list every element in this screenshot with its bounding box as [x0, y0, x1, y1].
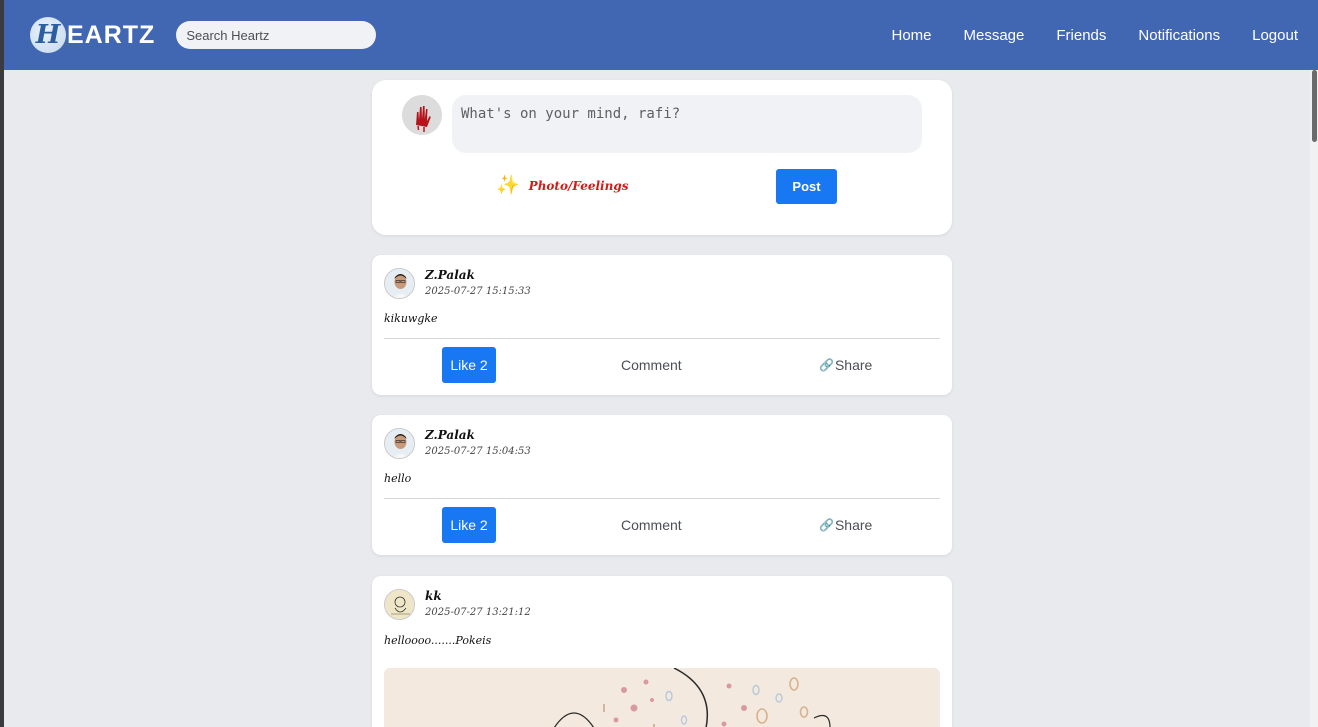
post-text: hello — [384, 472, 412, 485]
sparkle-icon: ✨ — [496, 174, 520, 196]
feed-post: kk 2025-07-27 13:21:12 helloooo.......Po… — [372, 576, 952, 727]
post-timestamp: 2025-07-27 15:04:53 — [425, 446, 531, 457]
heartz-logo[interactable]: H EARTZ — [30, 17, 155, 53]
logo-wordmark: EARTZ — [67, 20, 156, 49]
post-author-name[interactable]: kk — [425, 589, 442, 603]
post-text: helloooo.......Pokeis — [384, 634, 492, 647]
link-icon: 🔗 — [819, 358, 834, 372]
top-navbar: H EARTZ Home Message Friends Notificatio… — [4, 0, 1318, 70]
nav-friends[interactable]: Friends — [1056, 27, 1106, 44]
post-text-input[interactable] — [452, 95, 922, 153]
photo-feelings-label: Photo/Feelings — [528, 178, 629, 193]
logo-h-badge: H — [30, 17, 66, 53]
photo-feelings-button[interactable]: ✨ Photo/Feelings — [496, 176, 628, 195]
comment-button[interactable]: Comment — [621, 357, 682, 373]
post-author-name[interactable]: Z.Palak — [425, 428, 475, 442]
post-timestamp: 2025-07-27 15:15:33 — [425, 286, 531, 297]
page-scrollbar-track[interactable] — [1310, 70, 1318, 727]
post-image[interactable] — [384, 668, 940, 727]
nav-notifications[interactable]: Notifications — [1138, 27, 1220, 44]
share-button[interactable]: 🔗 Share — [819, 517, 872, 533]
page-scrollbar-thumb[interactable] — [1312, 70, 1317, 142]
share-label: Share — [834, 357, 873, 373]
share-label: Share — [834, 517, 873, 533]
author-avatar[interactable] — [384, 268, 415, 299]
like-button[interactable]: Like 2 — [442, 347, 496, 383]
post-timestamp: 2025-07-27 13:21:12 — [425, 607, 531, 618]
share-button[interactable]: 🔗 Share — [819, 357, 872, 373]
post-divider — [384, 338, 940, 339]
nav-links: Home Message Friends Notifications Logou… — [859, 27, 1298, 44]
current-user-avatar[interactable] — [402, 95, 442, 135]
feed-post: Z.Palak 2025-07-27 15:15:33 kikuwgke Lik… — [372, 255, 952, 395]
nav-logout[interactable]: Logout — [1252, 27, 1298, 44]
author-avatar[interactable] — [384, 428, 415, 459]
comment-button[interactable]: Comment — [621, 517, 682, 533]
search-input[interactable] — [176, 21, 377, 49]
post-text: kikuwgke — [384, 312, 438, 325]
post-author-name[interactable]: Z.Palak — [425, 268, 475, 282]
post-divider — [384, 498, 940, 499]
post-button[interactable]: Post — [776, 169, 837, 204]
author-avatar[interactable] — [384, 589, 415, 620]
window-left-edge — [0, 0, 4, 727]
nav-message[interactable]: Message — [964, 27, 1025, 44]
feed-post: Z.Palak 2025-07-27 15:04:53 hello Like 2… — [372, 415, 952, 555]
link-icon: 🔗 — [819, 518, 834, 532]
nav-home[interactable]: Home — [891, 27, 931, 44]
post-composer: ✨ Photo/Feelings Post — [372, 80, 952, 235]
like-button[interactable]: Like 2 — [442, 507, 496, 543]
